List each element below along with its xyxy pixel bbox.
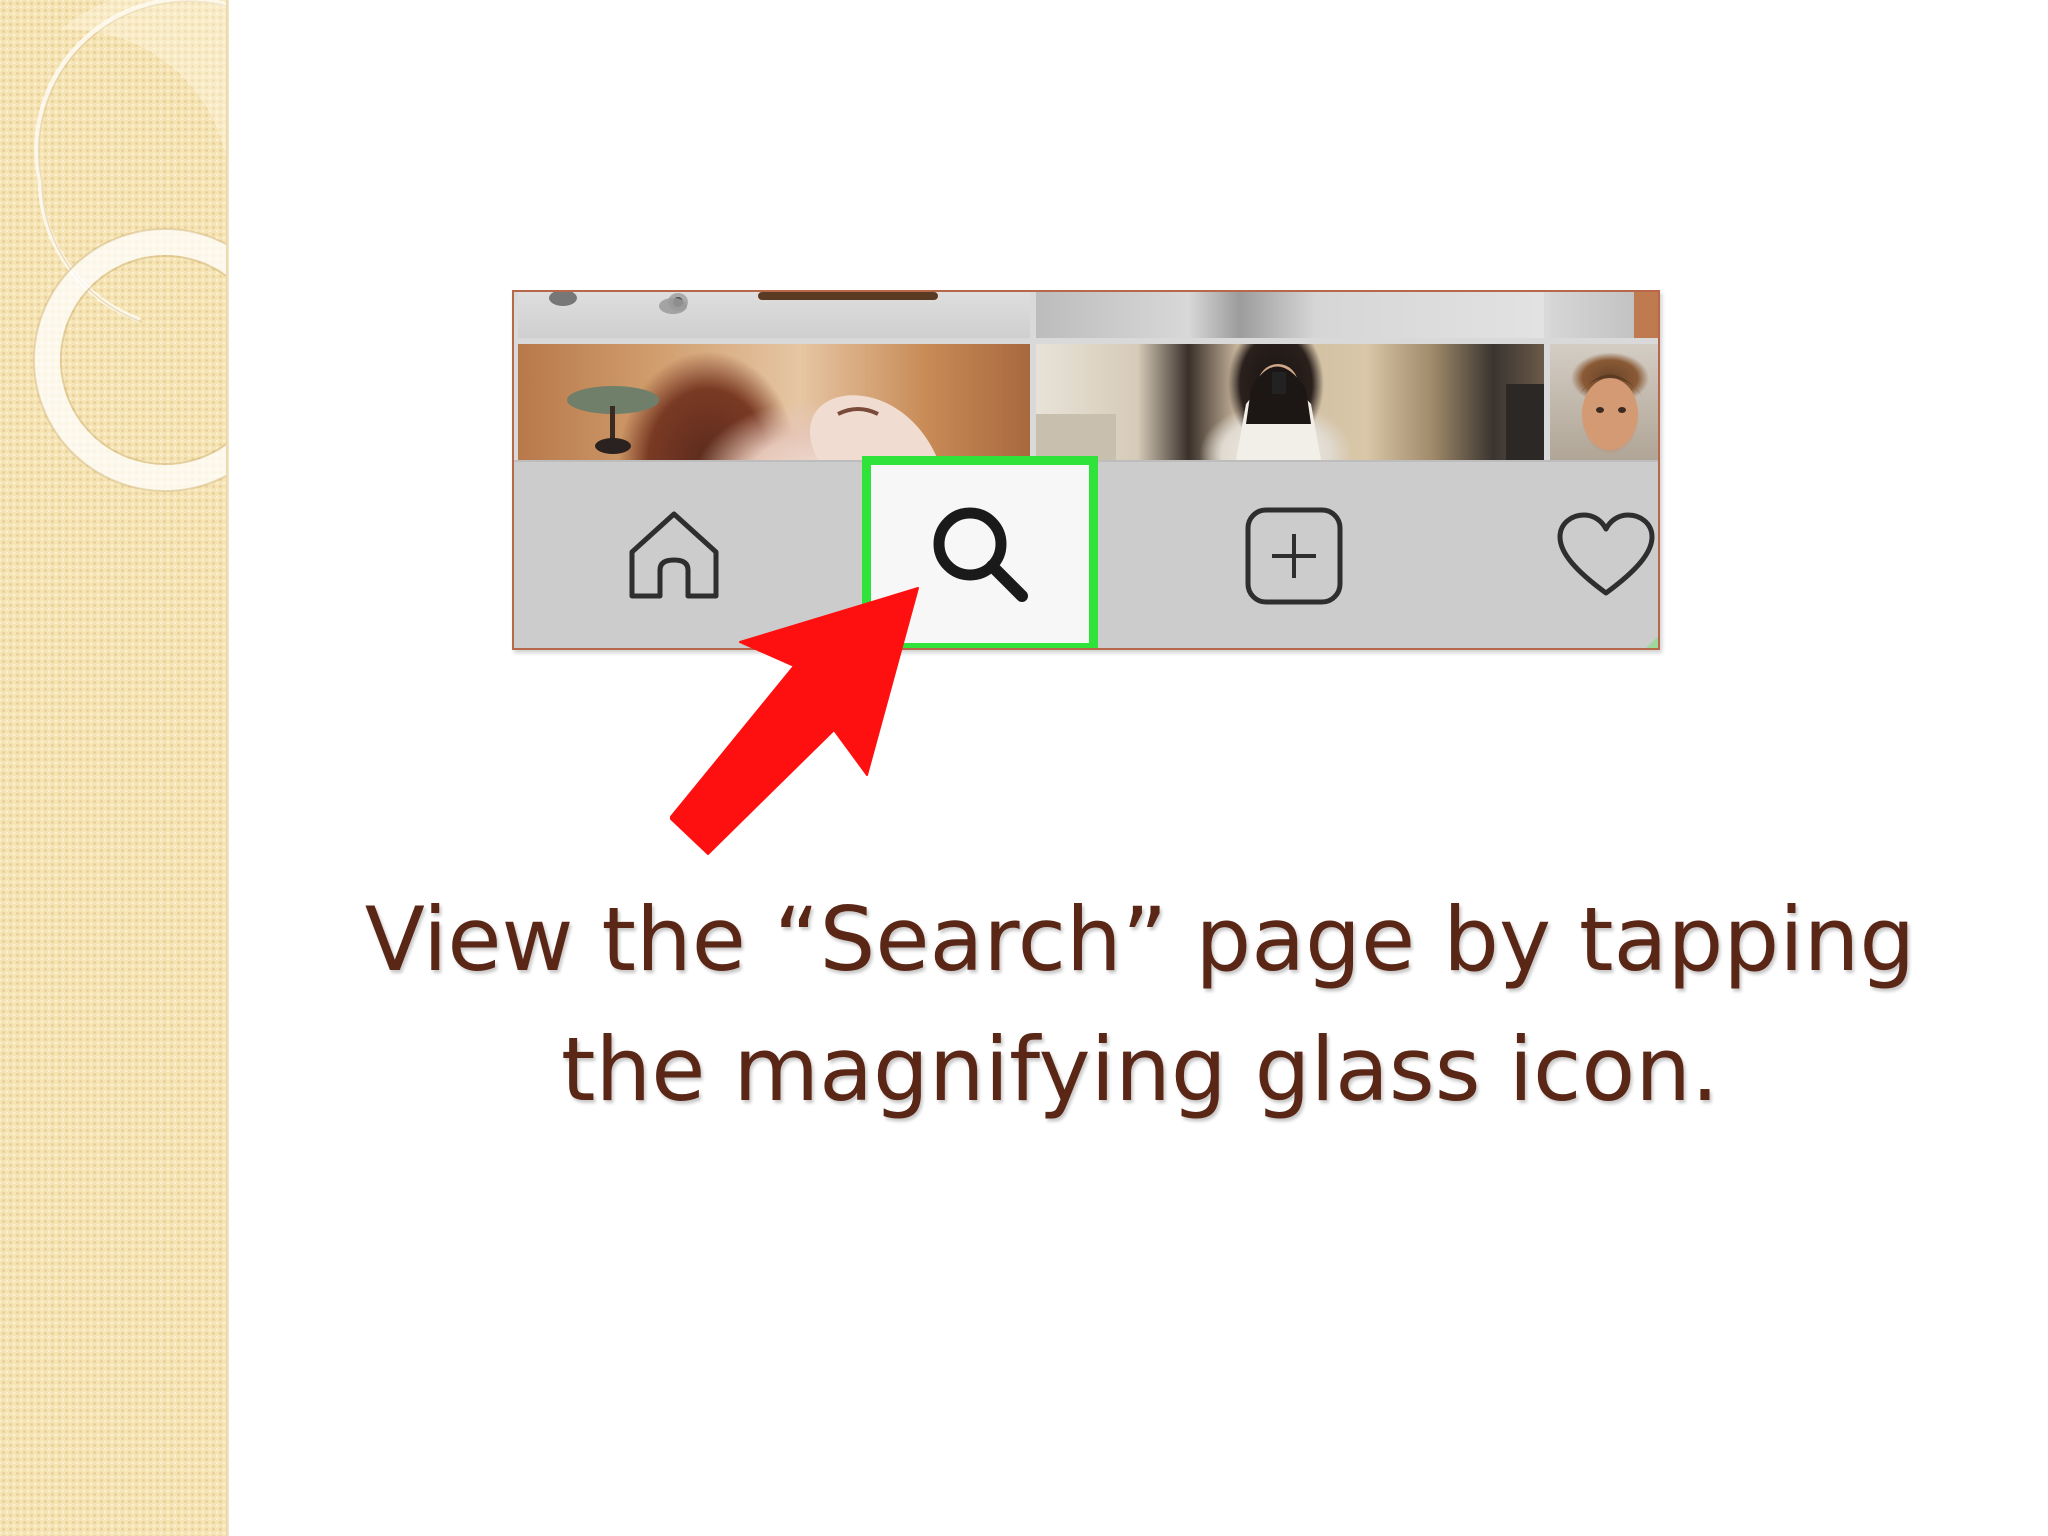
decorative-circles (33, 0, 228, 492)
heart-icon (1557, 512, 1655, 596)
red-pointer-arrow (670, 587, 919, 855)
photo-tile[interactable] (518, 292, 1030, 338)
side-band-edge (226, 0, 229, 1536)
photo-detail (1580, 374, 1642, 450)
photo-detail (567, 386, 938, 460)
photo-tile[interactable] (1550, 292, 1658, 338)
photo-tile[interactable] (518, 344, 1030, 460)
photo-tile[interactable] (1550, 344, 1658, 460)
photo-grid (514, 292, 1658, 460)
photo-detail (1036, 364, 1544, 460)
photo-detail (1634, 292, 1658, 338)
corner-accent (1644, 636, 1658, 648)
decorative-side-band (0, 0, 228, 1536)
caption-line-2: the magnifying glass icon. (560, 1018, 1719, 1121)
search-icon (933, 507, 1028, 602)
photo-tile[interactable] (1036, 344, 1544, 460)
add-square-icon (1245, 507, 1343, 605)
slide-caption: View the “Search” page by tapping the ma… (300, 875, 1980, 1135)
photo-detail (549, 292, 938, 314)
caption-line-1: View the “Search” page by tapping (364, 888, 1916, 991)
tab-new-post[interactable] (1194, 462, 1394, 648)
tab-activity[interactable] (1514, 462, 1658, 648)
photo-tile[interactable] (1036, 292, 1544, 338)
